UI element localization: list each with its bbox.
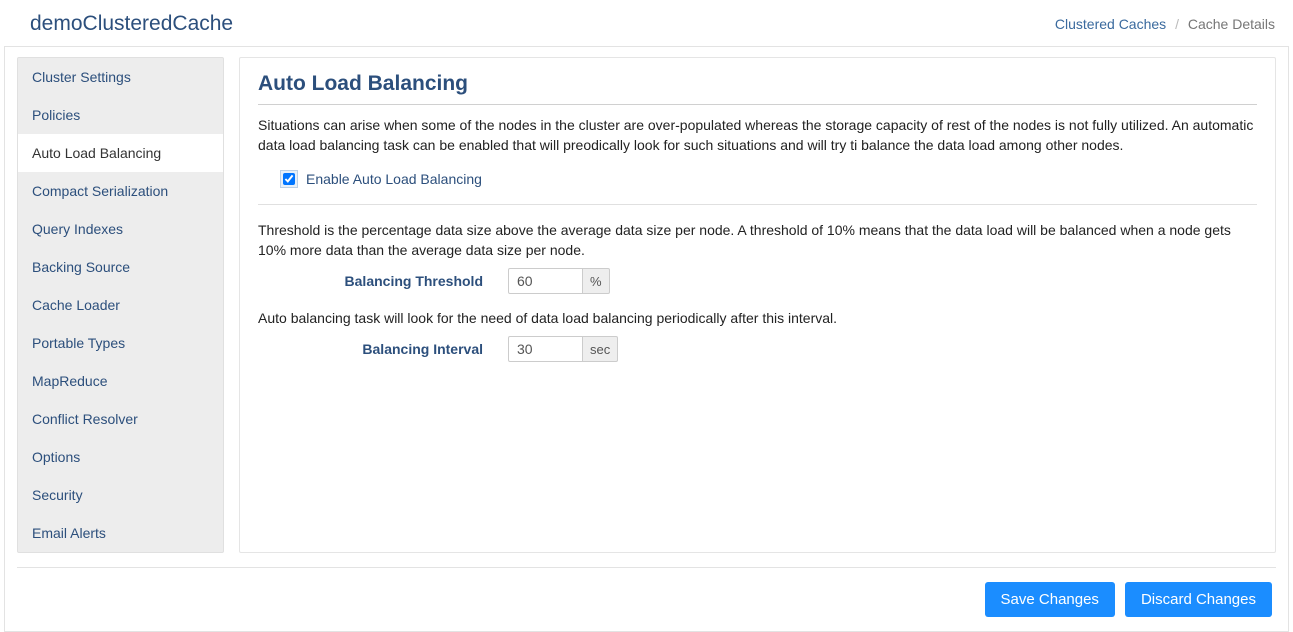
footer-separator (17, 567, 1276, 568)
discard-changes-button[interactable]: Discard Changes (1125, 582, 1272, 617)
sidebar-item-portable-types[interactable]: Portable Types (18, 324, 223, 362)
sidebar-item-compact-serialization[interactable]: Compact Serialization (18, 172, 223, 210)
breadcrumb-parent-link[interactable]: Clustered Caches (1055, 16, 1166, 32)
threshold-unit: % (583, 268, 610, 294)
threshold-description: Threshold is the percentage data size ab… (258, 220, 1257, 261)
section-heading: Auto Load Balancing (258, 72, 1257, 105)
enable-auto-load-balancing-checkbox[interactable] (283, 173, 295, 185)
breadcrumb: Clustered Caches / Cache Details (1055, 16, 1275, 32)
save-changes-button[interactable]: Save Changes (985, 582, 1115, 617)
sidebar-item-options[interactable]: Options (18, 438, 223, 476)
sidebar-item-cache-loader[interactable]: Cache Loader (18, 286, 223, 324)
sidebar: Cluster SettingsPoliciesAuto Load Balanc… (17, 57, 224, 553)
interval-unit: sec (583, 336, 618, 362)
balancing-interval-input[interactable] (508, 336, 583, 362)
breadcrumb-separator: / (1170, 16, 1184, 32)
interval-description: Auto balancing task will look for the ne… (258, 308, 1257, 328)
sidebar-item-security[interactable]: Security (18, 476, 223, 514)
enable-checkbox-wrap[interactable] (280, 170, 298, 188)
balancing-interval-label: Balancing Interval (258, 341, 508, 357)
sidebar-item-backing-source[interactable]: Backing Source (18, 248, 223, 286)
sidebar-item-auto-load-balancing[interactable]: Auto Load Balancing (18, 134, 223, 172)
sidebar-item-conflict-resolver[interactable]: Conflict Resolver (18, 400, 223, 438)
sidebar-item-policies[interactable]: Policies (18, 96, 223, 134)
balancing-threshold-input[interactable] (508, 268, 583, 294)
breadcrumb-current: Cache Details (1188, 16, 1275, 32)
sidebar-item-mapreduce[interactable]: MapReduce (18, 362, 223, 400)
balancing-threshold-label: Balancing Threshold (258, 273, 508, 289)
intro-text: Situations can arise when some of the no… (258, 115, 1257, 156)
sidebar-item-query-indexes[interactable]: Query Indexes (18, 210, 223, 248)
sidebar-item-email-alerts[interactable]: Email Alerts (18, 514, 223, 552)
content-panel: Auto Load Balancing Situations can arise… (239, 57, 1276, 553)
page-title: demoClusteredCache (30, 12, 233, 36)
sidebar-item-cluster-settings[interactable]: Cluster Settings (18, 58, 223, 96)
enable-checkbox-label: Enable Auto Load Balancing (306, 171, 482, 187)
